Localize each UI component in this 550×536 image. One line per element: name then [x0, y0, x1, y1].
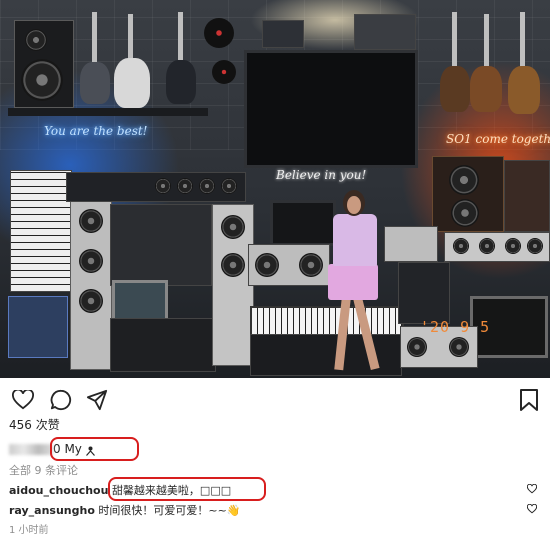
post-action-bar [0, 384, 550, 416]
bookmark-icon[interactable] [519, 388, 539, 412]
comment-text: 时间很快！可爱可爱！~~👋 [98, 504, 241, 517]
neon-sign-center: Believe in you! [276, 168, 367, 182]
post-timestamp: 1 小时前 [9, 525, 49, 536]
stereo-stack [110, 204, 212, 286]
small-tv [112, 280, 168, 322]
vinyl-record [204, 18, 234, 48]
share-icon[interactable] [86, 389, 108, 411]
post-photo[interactable]: You are the best! Believe in you! SO1 co… [0, 0, 550, 378]
like-count[interactable]: 456 次赞 [9, 416, 60, 433]
heart-icon[interactable] [12, 390, 34, 410]
comment-row: ray_ansungho 时间很快！可爱可爱！~~👋 [9, 502, 241, 518]
amplifier [66, 172, 246, 202]
wall-tv [244, 50, 418, 168]
white-guitar [114, 58, 150, 108]
neon-sign-right: SO1 come together [446, 132, 550, 146]
tall-speaker [70, 198, 112, 370]
view-all-comments-link[interactable]: 全部 9 条评论 [9, 462, 78, 478]
highlight-circle-comment [108, 477, 266, 501]
guitar-shelf [8, 108, 208, 116]
synth-keyboard-vertical [10, 170, 72, 292]
comment-icon[interactable] [50, 389, 72, 411]
comment-like-heart-icon[interactable] [527, 504, 537, 514]
comment-username[interactable]: aidou_chouchou [9, 484, 108, 497]
projector [354, 14, 416, 50]
shelf-speaker [14, 20, 74, 108]
blurred-username [9, 444, 53, 455]
boombox [248, 244, 330, 286]
comment-username[interactable]: ray_ansungho [9, 504, 95, 517]
neon-sign-left: You are the best! [44, 124, 148, 138]
comment-like-heart-icon[interactable] [527, 484, 537, 494]
highlight-circle-caption [50, 437, 139, 461]
photo-date-stamp: '20 9 5 [420, 318, 491, 336]
piano-keyboard [250, 306, 404, 336]
boombox-right [444, 232, 550, 262]
guitar [92, 12, 97, 67]
